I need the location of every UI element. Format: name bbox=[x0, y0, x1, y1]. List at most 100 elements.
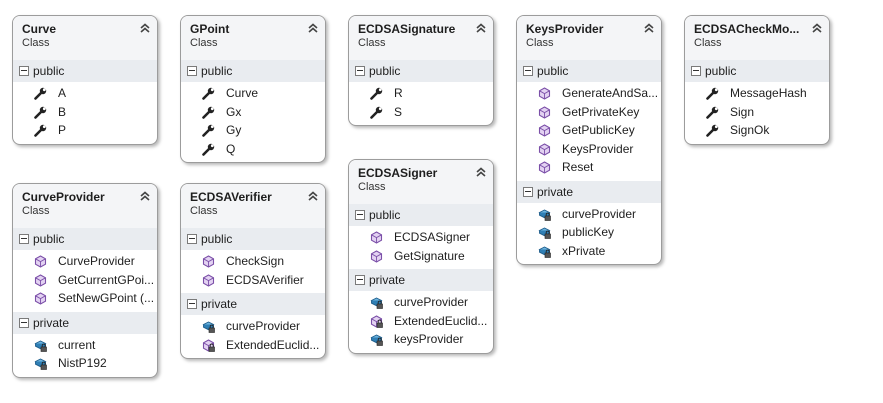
section-header[interactable]: public bbox=[685, 60, 829, 82]
class-box[interactable]: ECDSACheckMo... Class public MessageHash Sig… bbox=[684, 15, 830, 145]
section-header[interactable]: private bbox=[181, 293, 325, 315]
member-name: Gx bbox=[226, 104, 242, 119]
member-row[interactable]: NistP192 bbox=[13, 354, 157, 373]
member-row[interactable]: B bbox=[13, 103, 157, 122]
section-header[interactable]: public bbox=[13, 228, 157, 250]
member-section: public A B P bbox=[13, 60, 157, 144]
member-row[interactable]: S bbox=[349, 103, 493, 122]
member-name: P bbox=[58, 123, 67, 137]
section-header[interactable]: private bbox=[13, 311, 157, 334]
member-row[interactable]: xPrivate bbox=[517, 242, 661, 261]
section-header[interactable]: public bbox=[181, 60, 325, 82]
member-row[interactable]: GetPublicKey bbox=[517, 121, 661, 140]
collapse-icon[interactable] bbox=[523, 186, 533, 197]
class-header: ECDSAVerifier Class bbox=[181, 184, 325, 228]
chevron-up-icon[interactable] bbox=[475, 22, 487, 34]
member-list: RS bbox=[349, 82, 493, 125]
member-row[interactable]: KeysProvider bbox=[517, 140, 661, 159]
collapse-icon[interactable] bbox=[355, 275, 365, 285]
member-name: GetSignature bbox=[394, 248, 465, 263]
class-box[interactable]: Curve Class public A B P bbox=[12, 15, 158, 145]
section-header[interactable]: public bbox=[181, 228, 325, 250]
member-row[interactable]: Gy bbox=[181, 121, 325, 140]
collapse-icon[interactable] bbox=[19, 234, 29, 244]
section-header[interactable]: public bbox=[517, 60, 661, 82]
chevron-up-icon[interactable] bbox=[139, 22, 151, 34]
member-row[interactable]: CurveProvider bbox=[13, 252, 157, 271]
member-row[interactable]: SetNewGPoint (... bbox=[13, 289, 157, 308]
member-section: public GenerateAndSa... GetPrivateKey GetPu… bbox=[517, 60, 661, 181]
wrench-icon bbox=[202, 124, 215, 137]
section-header[interactable]: public bbox=[349, 60, 493, 82]
member-row[interactable]: GenerateAndSa... bbox=[517, 84, 661, 103]
collapse-icon[interactable] bbox=[19, 66, 29, 76]
class-box[interactable]: ECDSAVerifier Class public CheckSign ECDSAVe… bbox=[180, 183, 326, 359]
chevron-up-icon[interactable] bbox=[475, 166, 487, 178]
chevron-up-icon[interactable] bbox=[307, 22, 319, 34]
member-row[interactable]: ExtendedEuclid... bbox=[181, 336, 325, 355]
member-name: SetNewGPoint (... bbox=[58, 291, 155, 305]
member-row[interactable]: keysProvider bbox=[349, 330, 493, 349]
class-box[interactable]: ECDSASignature Class public R S bbox=[348, 15, 494, 126]
member-section: private curveProvider ExtendedEuclid... bbox=[181, 293, 325, 358]
section-header[interactable]: public bbox=[13, 60, 157, 82]
member-row[interactable]: Sign bbox=[685, 103, 829, 122]
collapse-icon[interactable] bbox=[355, 210, 365, 220]
member-row[interactable]: curveProvider bbox=[349, 293, 493, 312]
collapse-icon[interactable] bbox=[355, 66, 365, 76]
member-row[interactable]: Q bbox=[181, 140, 325, 159]
class-box[interactable]: ECDSASigner Class public ECDSASigner GetSign… bbox=[348, 159, 494, 354]
member-name: xPrivate bbox=[562, 243, 606, 258]
section-header[interactable]: private bbox=[517, 180, 661, 203]
wrench-icon bbox=[202, 106, 215, 119]
member-row[interactable]: GetSignature bbox=[349, 247, 493, 266]
member-row[interactable]: CheckSign bbox=[181, 252, 325, 271]
member-row[interactable]: Reset bbox=[517, 158, 661, 177]
collapse-icon[interactable] bbox=[187, 66, 197, 76]
member-row[interactable]: ECDSAVerifier bbox=[181, 271, 325, 290]
chevron-up-icon[interactable] bbox=[307, 190, 319, 202]
collapse-icon[interactable] bbox=[187, 299, 197, 309]
chevron-up-icon[interactable] bbox=[811, 22, 823, 34]
section-header[interactable]: public bbox=[349, 204, 493, 226]
wrench-icon bbox=[370, 87, 383, 100]
member-list: ECDSASigner GetSignature bbox=[349, 226, 493, 269]
member-row[interactable]: GetPrivateKey bbox=[517, 103, 661, 122]
class-box[interactable]: KeysProvider Class public GenerateAndSa... G… bbox=[516, 15, 662, 265]
member-row[interactable]: A bbox=[13, 84, 157, 103]
member-row[interactable]: curveProvider bbox=[181, 317, 325, 336]
chevron-up-icon[interactable] bbox=[643, 22, 655, 34]
member-row[interactable]: ExtendedEuclid... bbox=[349, 312, 493, 331]
member-list: ABP bbox=[13, 82, 157, 144]
collapse-icon[interactable] bbox=[691, 66, 701, 76]
member-row[interactable]: P bbox=[13, 121, 157, 140]
wrench-icon bbox=[706, 87, 719, 100]
member-section: public MessageHash Sign SignOk bbox=[685, 60, 829, 144]
section-label: public bbox=[201, 232, 233, 246]
method-icon bbox=[202, 273, 215, 287]
member-row[interactable]: SignOk bbox=[685, 121, 829, 140]
member-section: public Curve Gx Gy Q bbox=[181, 60, 325, 162]
member-row[interactable]: R bbox=[349, 84, 493, 103]
class-box[interactable]: GPoint Class public Curve Gx Gy Q bbox=[180, 15, 326, 163]
private-field-icon bbox=[538, 226, 551, 239]
member-row[interactable]: Gx bbox=[181, 103, 325, 122]
member-name: ECDSAVerifier bbox=[226, 272, 304, 287]
section-label: private bbox=[33, 315, 70, 330]
collapse-icon[interactable] bbox=[187, 234, 197, 244]
class-box[interactable]: CurveProvider Class public CurveProvider Get… bbox=[12, 183, 158, 378]
member-name: Gy bbox=[226, 123, 242, 137]
chevron-up-icon[interactable] bbox=[139, 190, 151, 202]
member-list: current NistP192 bbox=[13, 334, 157, 377]
member-row[interactable]: ECDSASigner bbox=[349, 228, 493, 247]
member-row[interactable]: MessageHash bbox=[685, 84, 829, 103]
member-row[interactable]: curveProvider bbox=[517, 205, 661, 224]
member-row[interactable]: Curve bbox=[181, 84, 325, 103]
collapse-icon[interactable] bbox=[19, 317, 29, 328]
member-row[interactable]: current bbox=[13, 336, 157, 355]
private-field-icon bbox=[34, 357, 47, 370]
member-row[interactable]: publicKey bbox=[517, 223, 661, 242]
section-header[interactable]: private bbox=[349, 269, 493, 291]
member-row[interactable]: GetCurrentGPoi... bbox=[13, 271, 157, 290]
collapse-icon[interactable] bbox=[523, 66, 533, 76]
